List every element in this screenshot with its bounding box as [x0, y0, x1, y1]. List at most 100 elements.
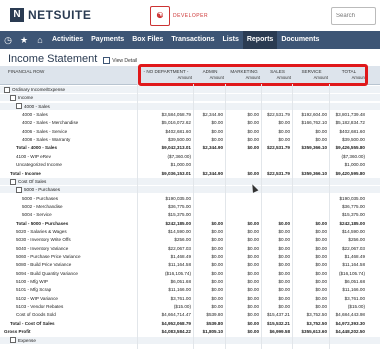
row-value[interactable]: $22,531.79: [262, 144, 290, 151]
collapse-toggle-icon[interactable]: [16, 103, 22, 110]
row-value[interactable]: $355,613.60: [293, 328, 327, 335]
row-value[interactable]: $166,762.10: [293, 119, 327, 126]
row-value[interactable]: $0.00: [194, 270, 224, 277]
row-value[interactable]: $0.00: [293, 270, 328, 277]
row-value[interactable]: $6,999.58: [262, 328, 290, 335]
row-value[interactable]: $22,067.03: [138, 245, 191, 252]
row-value[interactable]: $0.00: [293, 261, 328, 268]
row-value[interactable]: $0.00: [194, 228, 224, 235]
nav-item-activities[interactable]: Activities: [48, 31, 87, 49]
row-value[interactable]: $11,164.58: [330, 261, 365, 268]
section-row[interactable]: Income: [0, 94, 380, 102]
table-row[interactable]: Cost of Goods Sold $4,664,714.47 $539.80 $0…: [0, 311, 380, 318]
home-icon[interactable]: ⌂: [32, 31, 48, 49]
row-value[interactable]: $0.00: [226, 119, 260, 126]
row-value[interactable]: $190,035.00: [330, 195, 365, 202]
row-value[interactable]: $0.00: [262, 278, 291, 285]
row-value[interactable]: $0.00: [293, 128, 328, 135]
row-value[interactable]: $2,344.90: [194, 111, 223, 118]
row-value[interactable]: $36,775.00: [138, 203, 191, 210]
row-value[interactable]: $2,344.90: [194, 170, 223, 177]
table-row[interactable]: 5080 - Build Price Variance $11,164.58 $0.…: [0, 261, 380, 268]
table-row[interactable]: 5100 - Mfg WIP $6,051.68 $0.00 $0.00 $0.00 $0…: [0, 278, 380, 285]
table-row[interactable]: 5040 - Inventory Variance $22,067.03 $0.00…: [0, 245, 380, 252]
collapse-toggle-icon[interactable]: [10, 178, 16, 185]
view-detail-link[interactable]: View Detail: [103, 57, 137, 65]
collapse-toggle-icon[interactable]: [10, 95, 16, 102]
table-row[interactable]: 5094 - Build Quantity Variance ($16,105.7…: [0, 270, 380, 277]
collapse-toggle-icon[interactable]: [10, 337, 16, 344]
row-value[interactable]: $0.00: [262, 270, 291, 277]
table-row[interactable]: 5101 - Mfg Scrap $11,166.00 $0.00 $0.00 $0.0…: [0, 286, 380, 293]
row-value[interactable]: $0.00: [262, 220, 291, 227]
row-value[interactable]: $192,604.00: [293, 111, 327, 118]
row-value[interactable]: $15,437.21: [262, 311, 290, 318]
section-row[interactable]: 5000 - Purchases: [0, 186, 380, 194]
row-value[interactable]: $0.00: [226, 144, 260, 151]
row-value[interactable]: $4,952,068.79: [138, 320, 191, 327]
netsuite-logo[interactable]: N NETSUITE: [10, 8, 91, 22]
row-value[interactable]: $5,182,834.72: [330, 119, 365, 126]
row-value[interactable]: $9,426,555.80: [330, 144, 365, 151]
row-value[interactable]: $22,531.79: [262, 170, 290, 177]
row-value[interactable]: $0.00: [293, 220, 328, 227]
row-value[interactable]: $4,972,393.30: [330, 320, 365, 327]
row-value[interactable]: $11,164.58: [138, 261, 191, 268]
column-header-financial-row[interactable]: FINANCIAL ROW: [8, 66, 128, 84]
nav-item-transactions[interactable]: Transactions: [167, 31, 218, 49]
row-value[interactable]: $1,000.00: [138, 161, 191, 168]
row-value[interactable]: $0.00: [194, 303, 224, 310]
row-value[interactable]: $0.00: [194, 253, 224, 260]
row-value[interactable]: $5,016,072.62: [138, 119, 191, 126]
row-value[interactable]: $0.00: [226, 128, 260, 135]
row-value[interactable]: $0.00: [262, 236, 291, 243]
row-value[interactable]: $0.00: [226, 328, 260, 335]
row-value[interactable]: $1,468.49: [138, 253, 191, 260]
table-row[interactable]: 5000 - Purchases $190,035.00 $190,035.00: [0, 195, 380, 202]
row-value[interactable]: $0.00: [226, 286, 260, 293]
table-row[interactable]: 5060 - Purchase Price Variance $1,468.49 $…: [0, 253, 380, 260]
row-value[interactable]: $359,366.10: [293, 144, 327, 151]
row-value[interactable]: $11,166.00: [138, 286, 191, 293]
nav-item-payments[interactable]: Payments: [87, 31, 128, 49]
row-value[interactable]: $9,042,313.01: [138, 144, 191, 151]
row-value[interactable]: $0.00: [293, 236, 328, 243]
row-value[interactable]: $539.80: [194, 311, 223, 318]
row-value[interactable]: $0.00: [262, 228, 291, 235]
total-row[interactable]: Total - 4000 - Sales $9,042,313.01 $2,344.…: [0, 144, 380, 151]
row-value[interactable]: $0.00: [226, 270, 260, 277]
row-value[interactable]: $0.00: [194, 128, 224, 135]
table-row[interactable]: 5102 - WIP Variance $3,761.00 $0.00 $0.00 $0…: [0, 295, 380, 302]
row-value[interactable]: $0.00: [293, 303, 328, 310]
row-value[interactable]: $539.80: [194, 320, 223, 327]
section-row[interactable]: Ordinary Income/Expense: [0, 86, 380, 93]
row-value[interactable]: $4,684,443.98: [330, 311, 365, 318]
row-value[interactable]: $0.00: [262, 295, 291, 302]
row-value[interactable]: ($15.00): [138, 303, 191, 310]
row-value[interactable]: $0.00: [262, 136, 291, 143]
row-value[interactable]: $0.00: [262, 128, 291, 135]
row-value[interactable]: $0.00: [194, 220, 224, 227]
nav-item-box-files[interactable]: Box Files: [128, 31, 167, 49]
row-value[interactable]: $242,185.00: [330, 220, 365, 227]
row-value[interactable]: ($15.00): [330, 303, 365, 310]
nav-item-lists[interactable]: Lists: [219, 31, 243, 49]
row-value[interactable]: $0.00: [293, 245, 328, 252]
row-value[interactable]: $0.00: [226, 311, 260, 318]
row-value[interactable]: $0.00: [293, 228, 328, 235]
row-value[interactable]: $0.00: [226, 245, 260, 252]
row-value[interactable]: $0.00: [293, 136, 328, 143]
row-value[interactable]: $6,051.68: [138, 278, 191, 285]
row-value[interactable]: $4,448,202.50: [330, 328, 365, 335]
row-value[interactable]: $0.00: [194, 261, 224, 268]
row-value[interactable]: $0.00: [226, 253, 260, 260]
row-value[interactable]: $15,532.21: [262, 320, 290, 327]
row-value[interactable]: $9,036,153.01: [138, 170, 191, 177]
row-value[interactable]: $15,375.00: [138, 211, 191, 218]
row-value[interactable]: $11,166.00: [330, 286, 365, 293]
section-row[interactable]: Cost Of Sales: [0, 177, 380, 185]
total-row[interactable]: Total - Income $9,036,153.01 $2,344.90 $0.0…: [0, 170, 380, 177]
row-value[interactable]: $3,761.00: [330, 295, 365, 302]
row-value[interactable]: $0.00: [293, 295, 328, 302]
row-value[interactable]: $0.00: [226, 236, 260, 243]
